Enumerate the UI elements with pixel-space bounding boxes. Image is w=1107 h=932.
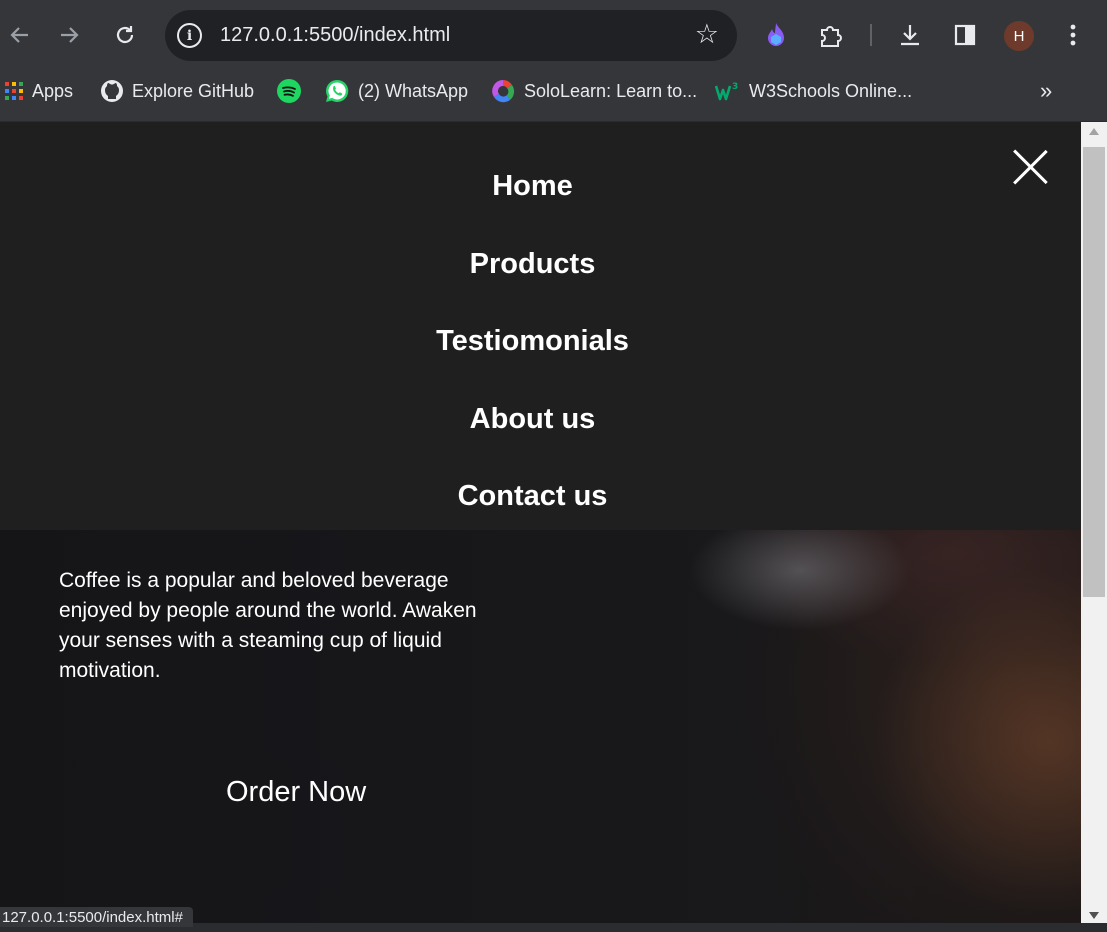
back-arrow-icon[interactable] (2, 18, 36, 52)
github-icon (100, 79, 124, 103)
profile-avatar[interactable]: H (1004, 21, 1034, 51)
bookmark-label: SoloLearn: Learn to... (524, 80, 698, 101)
scrollbar-thumb[interactable] (1083, 147, 1105, 597)
more-vert-icon[interactable] (1056, 18, 1090, 52)
forward-arrow-icon[interactable] (53, 18, 87, 52)
download-icon[interactable] (893, 18, 927, 52)
bookmark-sololearn[interactable]: SoloLearn: Learn to... (490, 78, 697, 104)
address-url[interactable]: 127.0.0.1:5500/index.html (220, 24, 450, 47)
close-menu-icon[interactable] (1010, 147, 1050, 187)
bookmark-github[interactable]: Explore GitHub (100, 78, 254, 104)
bookmark-label: (2) WhatsApp (358, 80, 469, 101)
hero-description: Coffee is a popular and beloved beverage… (59, 569, 477, 682)
address-bar[interactable]: i 127.0.0.1:5500/index.html ☆ (165, 10, 737, 61)
browser-toolbar: i 127.0.0.1:5500/index.html ☆ H (0, 0, 1107, 70)
bookmark-label: W3Schools Online... (749, 80, 913, 101)
bookmark-spotify[interactable] (277, 78, 309, 104)
side-panel-icon[interactable] (948, 18, 982, 52)
scroll-up-arrow-icon[interactable] (1089, 128, 1099, 135)
page-scrollbar[interactable] (1081, 122, 1107, 923)
apps-grid-icon (4, 81, 24, 101)
bookmarks-overflow-icon[interactable]: » (1040, 78, 1052, 104)
toolbar-separator (870, 24, 872, 46)
extension-flame-icon[interactable] (759, 18, 793, 52)
spotify-icon (277, 79, 301, 103)
site-info-icon[interactable]: i (177, 23, 202, 48)
link-status-bubble: 127.0.0.1:5500/index.html# (0, 907, 193, 927)
w3schools-icon: 3 (715, 81, 741, 101)
menu-item-testimonials[interactable]: Testiomonials (0, 325, 1065, 358)
page-viewport: Home Products Testiomonials About us Con… (0, 122, 1081, 923)
menu-item-home[interactable]: Home (0, 170, 1065, 203)
nav-menu-overlay: Home Products Testiomonials About us Con… (0, 122, 1081, 530)
bookmark-label: Explore GitHub (132, 80, 255, 101)
reload-icon[interactable] (108, 18, 142, 52)
menu-item-about-us[interactable]: About us (0, 403, 1065, 436)
bookmark-whatsapp[interactable]: (2) WhatsApp (324, 78, 468, 104)
extensions-puzzle-icon[interactable] (814, 18, 848, 52)
svg-text:3: 3 (732, 82, 738, 92)
scroll-down-arrow-icon[interactable] (1089, 912, 1099, 919)
bookmark-w3schools[interactable]: 3 W3Schools Online... (715, 78, 912, 104)
order-now-button[interactable]: Order Now (226, 776, 366, 809)
menu-item-products[interactable]: Products (0, 248, 1065, 281)
menu-item-contact-us[interactable]: Contact us (0, 480, 1065, 513)
whatsapp-icon (324, 78, 350, 104)
bookmark-star-icon[interactable]: ☆ (695, 19, 719, 50)
sololearn-icon (490, 78, 516, 104)
bookmarks-bar: Apps Explore GitHub (2) WhatsApp SoloLea… (0, 70, 1107, 122)
bookmark-apps[interactable]: Apps (4, 78, 73, 104)
bookmark-label: Apps (32, 80, 74, 101)
